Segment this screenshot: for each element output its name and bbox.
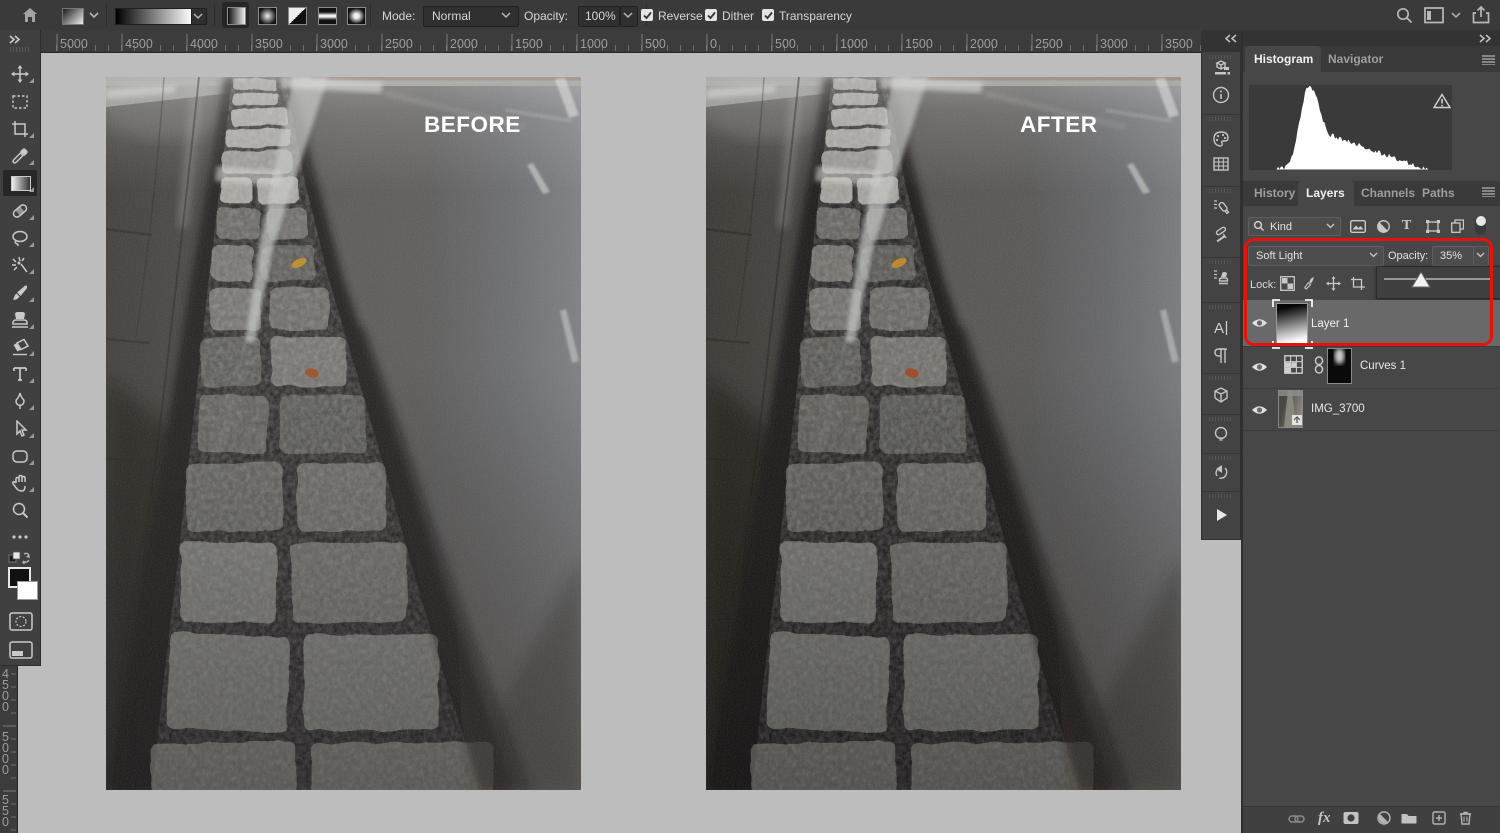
svg-text:A: A <box>1214 320 1224 337</box>
